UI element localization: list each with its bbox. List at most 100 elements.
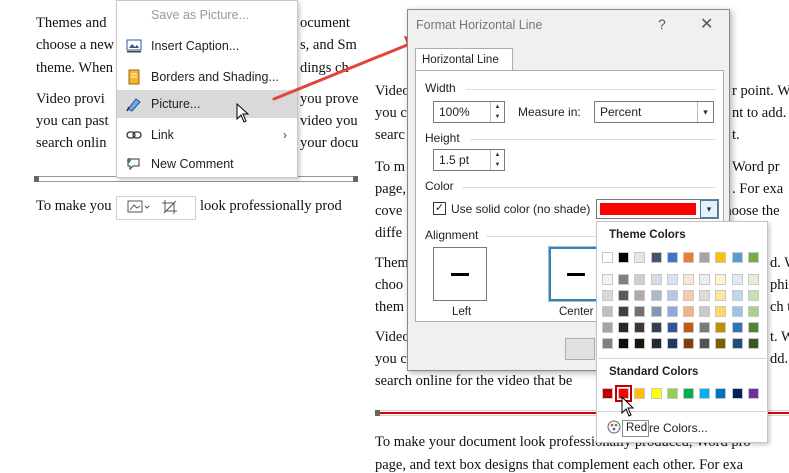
theme-shade-swatch[interactable] (683, 306, 694, 317)
theme-shade-swatch[interactable] (666, 322, 678, 333)
solid-color-checkbox[interactable]: ✓ (433, 202, 446, 215)
theme-color-swatch[interactable] (731, 252, 743, 263)
standard-color-swatch[interactable] (715, 388, 727, 399)
theme-shade-swatch[interactable] (683, 274, 694, 285)
theme-shade-swatch[interactable] (666, 274, 678, 285)
standard-color-swatch[interactable] (634, 388, 646, 399)
theme-shade-swatch[interactable] (602, 274, 613, 285)
height-input[interactable]: 1.5 pt ▲ ▼ (433, 149, 505, 171)
chevron-down-icon[interactable]: ▾ (700, 200, 718, 218)
theme-shade-swatch[interactable] (683, 338, 694, 349)
theme-shade-swatch[interactable] (650, 338, 662, 349)
align-left-button[interactable] (433, 247, 487, 301)
theme-shade-swatch[interactable] (634, 290, 646, 301)
theme-shade-swatch[interactable] (683, 290, 694, 301)
theme-shade-swatch[interactable] (715, 306, 727, 317)
theme-shade-swatch[interactable] (602, 338, 613, 349)
theme-shade-swatch[interactable] (747, 338, 759, 349)
tab-horizontal-line[interactable]: Horizontal Line (415, 48, 513, 71)
theme-shade-swatch[interactable] (666, 306, 678, 317)
divider (466, 89, 716, 90)
theme-shade-swatch[interactable] (683, 322, 694, 333)
theme-shade-swatch[interactable] (731, 322, 743, 333)
theme-shade-swatch[interactable] (650, 306, 662, 317)
theme-shade-swatch[interactable] (699, 338, 711, 349)
theme-shade-swatch[interactable] (699, 322, 711, 333)
theme-shade-swatch[interactable] (618, 306, 630, 317)
standard-color-swatch[interactable] (666, 388, 678, 399)
theme-shade-swatch[interactable] (699, 306, 711, 317)
dialog-title: Format Horizontal Line (416, 18, 543, 32)
theme-shade-swatch[interactable] (618, 322, 630, 333)
theme-color-swatch[interactable] (602, 252, 613, 263)
theme-color-swatch[interactable] (650, 252, 662, 263)
theme-shade-swatch[interactable] (747, 306, 759, 317)
theme-color-swatch[interactable] (634, 252, 646, 263)
height-section-label: Height (425, 131, 460, 145)
measure-in-value: Percent (600, 105, 642, 119)
theme-shade-swatch[interactable] (731, 274, 743, 285)
standard-color-swatch[interactable] (699, 388, 711, 399)
standard-color-swatch[interactable] (602, 388, 613, 399)
theme-color-swatch[interactable] (699, 252, 711, 263)
theme-shade-swatch[interactable] (634, 274, 646, 285)
theme-shade-swatch[interactable] (602, 290, 613, 301)
theme-shade-swatch[interactable] (650, 290, 662, 301)
theme-shade-swatch[interactable] (699, 290, 711, 301)
selected-color-swatch (600, 203, 696, 215)
theme-shade-swatch[interactable] (634, 338, 646, 349)
more-colors-label: re Colors... (649, 421, 708, 435)
theme-shade-swatch[interactable] (634, 322, 646, 333)
align-left-label: Left (452, 306, 472, 318)
theme-shade-swatch[interactable] (715, 338, 727, 349)
align-center-button[interactable] (548, 246, 604, 302)
theme-shade-swatch[interactable] (731, 338, 743, 349)
more-colors-link[interactable]: re Colors... (649, 421, 708, 435)
theme-shade-swatch[interactable] (715, 274, 727, 285)
color-picker-button[interactable]: ▾ (596, 199, 719, 219)
theme-color-swatch[interactable] (715, 252, 727, 263)
theme-shade-swatch[interactable] (666, 290, 678, 301)
theme-shade-swatch[interactable] (715, 290, 727, 301)
height-value: 1.5 pt (439, 153, 470, 167)
theme-shade-swatch[interactable] (747, 322, 759, 333)
theme-shade-swatch[interactable] (731, 290, 743, 301)
height-spin-buttons[interactable]: ▲ ▼ (490, 150, 504, 170)
theme-color-swatch[interactable] (618, 252, 630, 263)
help-button[interactable]: ? (658, 16, 666, 32)
ok-button[interactable] (565, 338, 595, 360)
theme-shade-swatch[interactable] (747, 290, 759, 301)
theme-shade-swatch[interactable] (699, 274, 711, 285)
theme-shade-swatch[interactable] (602, 322, 613, 333)
theme-shade-swatch[interactable] (634, 306, 646, 317)
theme-color-swatch[interactable] (683, 252, 694, 263)
theme-color-swatch[interactable] (747, 252, 759, 263)
theme-shade-swatch[interactable] (715, 322, 727, 333)
width-spin-buttons[interactable]: ▲ ▼ (490, 102, 504, 122)
width-section-label: Width (425, 81, 456, 95)
standard-color-swatch[interactable] (650, 388, 662, 399)
color-tooltip: Red (622, 420, 649, 437)
theme-shade-swatch[interactable] (618, 274, 630, 285)
standard-color-swatch[interactable] (731, 388, 743, 399)
theme-shade-swatch[interactable] (602, 306, 613, 317)
divider (598, 358, 766, 359)
measure-in-select[interactable]: Percent ▾ (594, 101, 714, 123)
standard-color-swatch[interactable] (747, 388, 759, 399)
theme-color-swatch[interactable] (666, 252, 678, 263)
theme-shade-swatch[interactable] (618, 290, 630, 301)
divider (462, 187, 716, 188)
close-button[interactable]: ✕ (700, 14, 713, 34)
theme-shade-swatch[interactable] (666, 338, 678, 349)
width-input[interactable]: 100% ▲ ▼ (433, 101, 505, 123)
solid-color-label: Use solid color (no shade) (451, 202, 591, 216)
standard-color-swatch[interactable] (683, 388, 694, 399)
alignment-section-label: Alignment (425, 228, 479, 242)
chevron-down-icon: ▾ (697, 102, 713, 122)
theme-shade-swatch[interactable] (650, 274, 662, 285)
theme-shade-swatch[interactable] (747, 274, 759, 285)
theme-shade-swatch[interactable] (618, 338, 630, 349)
mouse-cursor-icon (621, 396, 635, 417)
theme-shade-swatch[interactable] (650, 322, 662, 333)
theme-shade-swatch[interactable] (731, 306, 743, 317)
